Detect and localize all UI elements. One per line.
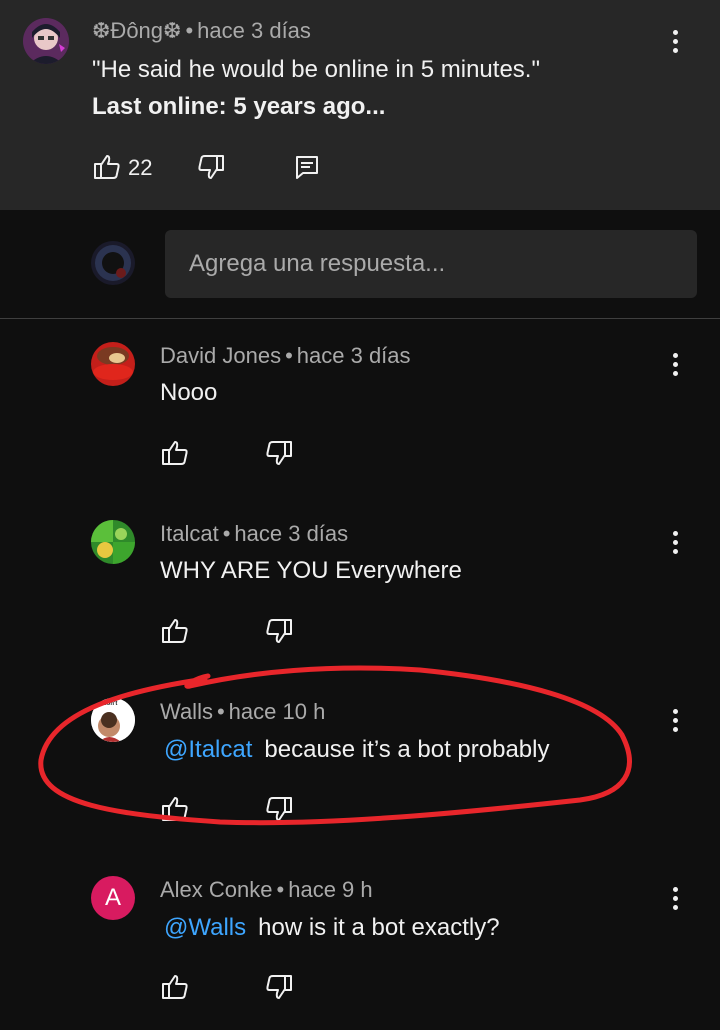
reply-time: hace 9 h	[288, 877, 373, 902]
reply-avatar[interactable]: don't	[91, 698, 135, 742]
reply-author[interactable]: Alex Conke	[160, 877, 273, 902]
thumbs-up-icon[interactable]	[160, 616, 190, 646]
reply-author[interactable]: David Jones	[160, 343, 281, 368]
reply-avatar[interactable]	[91, 342, 135, 386]
reply-time: hace 3 días	[234, 521, 349, 546]
reply-text-line: @Walls how is it a bot exactly?	[164, 914, 500, 942]
reply-more-vert-icon[interactable]	[665, 528, 685, 558]
reply-meta: David Jones • hace 3 días	[160, 343, 411, 368]
reply-author[interactable]: Italcat	[160, 521, 219, 546]
thumbs-down-icon[interactable]	[264, 972, 294, 1002]
thumbs-up-icon[interactable]	[160, 794, 190, 824]
reply-meta: Italcat • hace 3 días	[160, 521, 349, 546]
reply-meta: Alex Conke • hace 9 h	[160, 877, 373, 902]
parent-time: hace 3 días	[197, 18, 311, 43]
parent-meta: ❆Đông❆ • hace 3 días	[92, 18, 311, 43]
divider	[0, 318, 720, 319]
reply-more-vert-icon[interactable]	[665, 884, 685, 914]
reply-avatar[interactable]: A	[91, 876, 135, 920]
reply-text-line: @Italcat because it’s a bot probably	[164, 736, 550, 764]
current-user-avatar	[91, 241, 135, 285]
reply-icon[interactable]	[292, 152, 322, 182]
reply-text: how is it a bot exactly?	[258, 914, 500, 941]
thumbs-down-icon[interactable]	[264, 438, 294, 468]
avatar-caption: don't	[103, 701, 118, 707]
mention-link[interactable]: @Italcat	[164, 736, 252, 763]
parent-more-vert-icon[interactable]	[665, 27, 685, 57]
avatar-letter: A	[104, 884, 121, 911]
reply-more-vert-icon[interactable]	[665, 350, 685, 380]
thumbs-down-icon[interactable]	[264, 794, 294, 824]
reply-time: hace 10 h	[228, 699, 326, 724]
reply-input[interactable]	[165, 230, 689, 298]
reply-text: because it’s a bot probably	[264, 736, 550, 763]
thumbs-down-icon[interactable]	[264, 616, 294, 646]
reply-time: hace 3 días	[296, 343, 411, 368]
thumbs-up-icon[interactable]	[160, 438, 190, 468]
parent-comment-line1: "He said he would be online in 5 minutes…	[92, 56, 540, 83]
parent-comment-line2: Last online: 5 years ago...	[92, 93, 386, 120]
parent-like-count: 22	[128, 155, 153, 180]
reply-meta: Walls • hace 10 h	[160, 699, 326, 724]
thumbs-up-icon[interactable]	[160, 972, 190, 1002]
reply-text: Nooo	[160, 379, 218, 406]
parent-comment: ❆Đông❆ • hace 3 días "He said he would be …	[0, 0, 720, 210]
parent-avatar[interactable]	[23, 18, 69, 64]
mention-link[interactable]: @Walls	[164, 914, 246, 941]
parent-author[interactable]: ❆Đông❆	[92, 18, 181, 43]
thumbs-down-icon[interactable]	[196, 152, 226, 182]
reply-input-container[interactable]	[165, 230, 697, 298]
reply-avatar[interactable]	[91, 520, 135, 564]
reply-text: WHY ARE YOU Everywhere	[160, 557, 462, 584]
reply-more-vert-icon[interactable]	[665, 706, 685, 736]
reply-author[interactable]: Walls	[160, 699, 213, 724]
thumbs-up-icon[interactable]	[92, 152, 122, 182]
